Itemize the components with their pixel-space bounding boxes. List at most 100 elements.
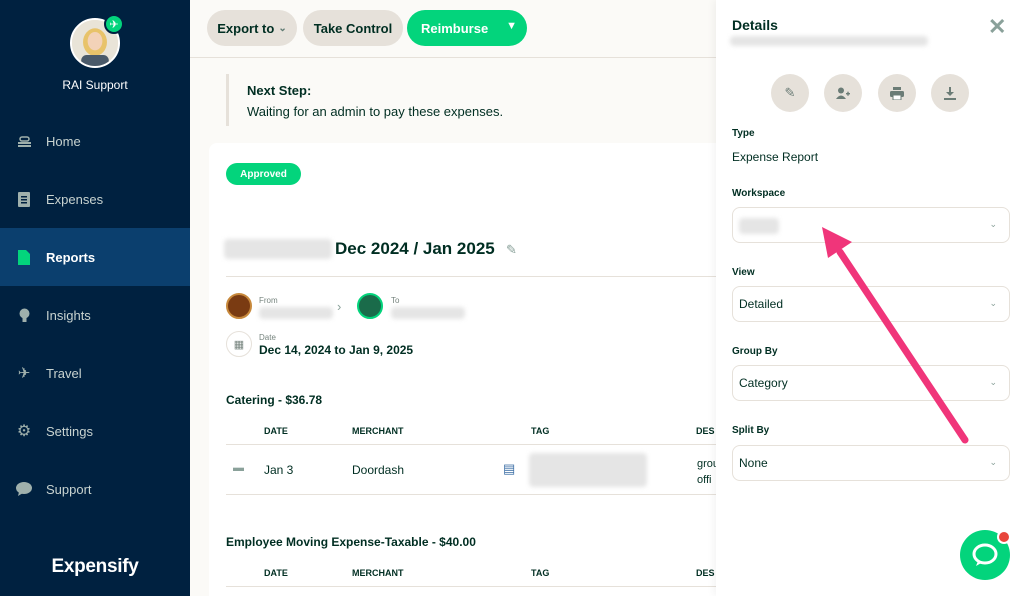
sidebar-item-label: Reports <box>46 249 96 265</box>
printer-icon <box>890 86 904 100</box>
view-select[interactable]: Detailed ⌄ <box>732 286 1010 322</box>
home-icon <box>16 133 32 149</box>
from-avatar <box>226 293 252 319</box>
next-step-title: Next Step: <box>247 83 312 98</box>
divider <box>226 276 716 277</box>
sidebar-item-label: Insights <box>46 307 91 323</box>
redacted-tag <box>529 453 647 487</box>
chevron-down-icon[interactable]: ▼ <box>506 20 517 32</box>
column-header-tag[interactable]: TAG <box>531 568 549 578</box>
pencil-icon[interactable]: ✎ <box>506 242 517 258</box>
redacted-from-name <box>259 307 333 319</box>
view-value: Detailed <box>739 297 784 311</box>
redacted-workspace-name <box>739 218 779 234</box>
chat-bubble-icon <box>16 481 32 497</box>
column-header-tag[interactable]: TAG <box>531 426 549 436</box>
from-label: From <box>259 296 278 305</box>
export-to-label: Export to <box>217 20 275 36</box>
calendar-icon: ▦ <box>226 331 252 357</box>
column-header-description[interactable]: DES <box>696 426 715 436</box>
section-title: Catering - $36.78 <box>226 393 323 407</box>
date-range: Dec 14, 2024 to Jan 9, 2025 <box>259 343 414 357</box>
redacted-report-name <box>224 239 332 259</box>
chat-bubble-icon <box>972 543 998 566</box>
reimburse-label: Reimburse <box>421 20 489 36</box>
sidebar-item-support[interactable]: Support <box>0 460 190 518</box>
chevron-down-icon: ⌄ <box>989 457 997 467</box>
chevron-down-icon: ⌄ <box>989 298 997 308</box>
receipt-attachment-icon[interactable]: ▤ <box>503 461 515 477</box>
sidebar-item-settings[interactable]: ⚙ Settings <box>0 402 190 460</box>
to-avatar <box>357 293 383 319</box>
receipt-icon <box>16 191 32 207</box>
column-header-merchant[interactable]: MERCHANT <box>352 426 404 436</box>
sidebar-item-label: Home <box>46 133 81 149</box>
brand-logo: Expensify <box>51 556 139 577</box>
workspace-select[interactable]: ⌄ <box>732 207 1010 243</box>
column-header-description[interactable]: DES <box>696 568 715 578</box>
report-toolbar: Export to ⌄ Take Control Reimburse ▼ <box>190 0 716 58</box>
chevron-down-icon: ⌄ <box>278 22 287 34</box>
type-value: Expense Report <box>732 150 819 164</box>
add-user-icon <box>836 87 850 99</box>
sidebar-item-label: Travel <box>46 365 82 381</box>
close-icon[interactable]: ✕ <box>988 14 1006 40</box>
group-by-value: Category <box>739 376 788 390</box>
next-step-text: Waiting for an admin to pay these expens… <box>247 104 504 119</box>
download-icon <box>944 86 956 100</box>
column-header-date[interactable]: DATE <box>264 568 288 578</box>
receipt-type-icon: ▬ <box>233 462 244 474</box>
sidebar: ✈ RAI Support Home Expenses Reports Insi… <box>0 0 190 596</box>
notification-dot <box>997 530 1011 544</box>
download-button[interactable] <box>931 74 969 112</box>
document-icon <box>16 249 32 265</box>
sidebar-item-travel[interactable]: ✈ Travel <box>0 344 190 402</box>
column-header-merchant[interactable]: MERCHANT <box>352 568 404 578</box>
chevron-down-icon: ⌄ <box>989 219 997 229</box>
lightbulb-icon <box>16 307 32 323</box>
row-merchant: Doordash <box>352 463 405 477</box>
group-by-select[interactable]: Category ⌄ <box>732 365 1010 401</box>
sidebar-item-label: Expenses <box>46 191 104 207</box>
workspace-label: Workspace <box>732 188 786 199</box>
redacted-report-id <box>730 36 928 46</box>
date-label: Date <box>259 333 276 342</box>
reimburse-button[interactable]: Reimburse ▼ <box>407 10 527 46</box>
report-title: Dec 2024 / Jan 2025 <box>335 239 495 258</box>
sidebar-item-expenses[interactable]: Expenses <box>0 170 190 228</box>
description-line: grou <box>697 458 717 470</box>
airplane-icon: ✈ <box>17 365 31 382</box>
row-date: Jan 3 <box>264 463 294 477</box>
next-step-banner: Next Step: Waiting for an admin to pay t… <box>226 74 706 126</box>
split-by-value: None <box>739 456 768 470</box>
description-line: offi <box>697 474 712 486</box>
take-control-button[interactable]: Take Control <box>303 10 403 46</box>
edit-button[interactable]: ✎ <box>771 74 809 112</box>
divider <box>226 586 716 587</box>
section-title: Employee Moving Expense-Taxable - $40.00 <box>226 535 476 549</box>
add-user-button[interactable] <box>824 74 862 112</box>
airplane-badge-icon: ✈ <box>104 14 124 34</box>
chevron-right-icon: › <box>337 299 342 314</box>
view-label: View <box>732 267 755 278</box>
group-by-label: Group By <box>732 346 778 357</box>
sidebar-item-label: Support <box>46 481 92 497</box>
divider <box>226 444 716 445</box>
print-button[interactable] <box>878 74 916 112</box>
divider <box>226 494 716 495</box>
split-by-select[interactable]: None ⌄ <box>732 445 1010 481</box>
user-name: RAI Support <box>62 78 128 92</box>
details-title: Details <box>732 17 778 33</box>
sidebar-nav: Home Expenses Reports Insights ✈ Travel … <box>0 112 190 518</box>
sidebar-item-label: Settings <box>46 423 93 439</box>
pencil-icon: ✎ <box>784 85 796 100</box>
export-to-button[interactable]: Export to ⌄ <box>207 10 297 46</box>
details-panel: Details ✕ ✎ Type Expense Report Workspac… <box>716 0 1024 596</box>
row-description: grou offi <box>697 456 717 488</box>
redacted-to-name <box>391 307 465 319</box>
column-header-date[interactable]: DATE <box>264 426 288 436</box>
gear-icon: ⚙ <box>16 423 32 440</box>
sidebar-item-insights[interactable]: Insights <box>0 286 190 344</box>
sidebar-item-reports[interactable]: Reports <box>0 228 190 286</box>
sidebar-item-home[interactable]: Home <box>0 112 190 170</box>
